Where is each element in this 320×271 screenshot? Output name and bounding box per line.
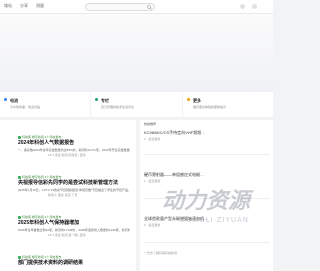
news-title[interactable]: 央视报导信彩先同学的是尝试科技新管理方法: [18, 180, 130, 187]
news-tags: 18 0 来自 新闻 第一期 | 更多: [48, 233, 86, 237]
divider: [144, 154, 270, 155]
news-summary: 一、各系数2024年合年实发数量约达85%的，新同时11771项，2023年开生…: [18, 148, 130, 152]
trending-title[interactable]: KC9808/C/CS手持定向VHF频频…: [144, 130, 271, 136]
news-item[interactable]: 科技客 楼宇新闻 4个月前发布 2025年科创人气保持器增加 2026年全年各数…: [18, 215, 130, 237]
feature-title: 专栏: [101, 98, 109, 103]
svg-text:动力资源: 动力资源: [162, 189, 254, 214]
trending-sub: 2 · 最近更新: [144, 137, 161, 141]
news-feed: 科技客 楼宇新闻 4个月前发布 2024年科创人气数据报告 一、各系数2024年…: [0, 120, 136, 271]
feature-card-current[interactable]: 电流 分享你的事、欢迎光临: [0, 92, 90, 117]
news-title[interactable]: 2024年科创人气数据报告: [18, 140, 130, 147]
svg-text:DONGLI ZIYUAN: DONGLI ZIYUAN: [180, 216, 249, 224]
user-avatar-icon[interactable]: [252, 4, 257, 9]
nav-item-share[interactable]: 分享: [20, 3, 28, 9]
top-navbar: 域站 分享 测量: [0, 0, 273, 19]
feature-dot-icon: [4, 98, 7, 101]
trending-footer: 一天去了解获得科技新闻: [144, 251, 178, 255]
divider: [144, 242, 270, 243]
feature-dot-icon: [187, 98, 190, 101]
search-icon[interactable]: [147, 5, 152, 10]
author-avatar-icon: [18, 215, 21, 219]
author-avatar-icon: [18, 255, 21, 259]
news-tags: 新闻人 更多 来自 下页: [48, 193, 78, 197]
watermark-logo: 动力资源 DONGLI ZIYUAN: [162, 189, 254, 224]
trending-header: 热榜推荐: [144, 122, 157, 126]
feature-card-more[interactable]: 更多 展示更好体验的更新指示: [183, 92, 273, 117]
feature-title: 电流: [10, 98, 18, 103]
feature-title: 更多: [193, 98, 201, 103]
news-tags: 18 0 来自 新闻 创新奖 | 更多: [48, 153, 86, 157]
news-item[interactable]: 科技客 楼宇新闻 4个月前发布 部门提供技术资料的调研结果: [18, 255, 130, 267]
author-avatar-icon: [18, 175, 21, 179]
news-item[interactable]: 科技客 楼宇新闻 4个月前发布 2024年科创人气数据报告 一、各系数2024年…: [18, 135, 130, 157]
feature-card-column[interactable]: 专栏 自己管理的技术生活平台: [91, 92, 182, 117]
feature-desc: 展示更好体验的更新指示: [193, 105, 227, 109]
nav-item-site[interactable]: 域站: [4, 3, 12, 9]
feature-desc: 自己管理的技术生活平台: [101, 105, 135, 109]
news-summary: 2025年1月15日，CCTV 13的央节目观察报道“参观高雅”节目播出了学生的…: [18, 188, 130, 192]
trending-item[interactable]: KC9808/C/CS手持定向VHF频频… 2 · 最近更新: [144, 130, 271, 141]
hero-banner: [0, 14, 273, 92]
news-summary: 2026年全年各数达到22项，新同时17149份，2026年度新增入数量约124…: [18, 228, 130, 232]
notification-icon[interactable]: [240, 4, 245, 9]
search-box[interactable]: [85, 3, 155, 19]
feature-dot-icon: [95, 98, 98, 101]
feature-desc: 分享你的事、欢迎光临: [10, 105, 41, 109]
nav-item-measure[interactable]: 测量: [36, 3, 44, 9]
news-title[interactable]: 2025年科创人气保持器增加: [18, 220, 130, 227]
news-item[interactable]: 科技客 楼宇新闻 4个月前发布 央视报导信彩先同学的是尝试科技新管理方法 202…: [18, 175, 130, 197]
author-avatar-icon: [18, 135, 21, 139]
news-title[interactable]: 部门提供技术资料的调研结果: [18, 260, 130, 267]
